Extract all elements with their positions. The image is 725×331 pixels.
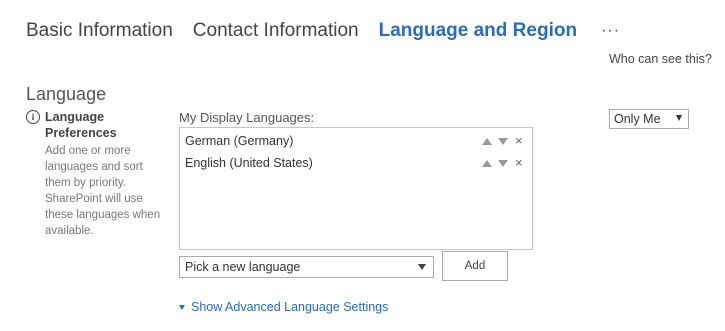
visibility-select[interactable]: Only Me: [609, 109, 689, 129]
advanced-link-label: Show Advanced Language Settings: [191, 300, 389, 314]
chevron-down-icon: [676, 115, 682, 121]
preferences-description: Add one or more languages and sort them …: [45, 145, 161, 237]
arrow-down-icon: [498, 159, 508, 167]
arrow-up-icon: [482, 159, 492, 167]
close-icon: ×: [515, 155, 523, 170]
expand-triangle-icon: [179, 304, 185, 310]
more-icon[interactable]: ···: [601, 22, 620, 40]
section-title: Language: [26, 84, 107, 104]
arrow-up-icon: [482, 137, 492, 145]
show-advanced-settings-link[interactable]: Show Advanced Language Settings: [179, 300, 388, 314]
tab-language-and-region[interactable]: Language and Region: [379, 20, 577, 42]
display-languages-label: My Display Languages:: [179, 110, 315, 125]
move-down-button[interactable]: [498, 152, 508, 174]
remove-language-button[interactable]: ×: [515, 152, 523, 174]
language-row[interactable]: German (Germany) ×: [180, 130, 532, 152]
language-picker-select[interactable]: Pick a new language: [179, 256, 434, 278]
profile-tabs: Basic Information Contact Information La…: [26, 18, 620, 44]
preferences-title: Language Preferences: [45, 110, 117, 140]
info-icon: i: [26, 110, 40, 124]
display-languages-list[interactable]: German (Germany) × English (United State…: [179, 127, 533, 250]
move-up-button[interactable]: [482, 152, 492, 174]
language-name: German (Germany): [185, 134, 294, 148]
chevron-down-icon: [418, 264, 426, 270]
language-name: English (United States): [185, 156, 313, 170]
close-icon: ×: [515, 133, 523, 148]
arrow-down-icon: [498, 137, 508, 145]
move-down-button[interactable]: [498, 130, 508, 152]
language-row[interactable]: English (United States) ×: [180, 152, 532, 174]
who-can-see-label: Who can see this?: [609, 52, 712, 66]
move-up-button[interactable]: [482, 130, 492, 152]
remove-language-button[interactable]: ×: [515, 130, 523, 152]
add-language-button[interactable]: Add: [442, 251, 508, 281]
tab-basic-information[interactable]: Basic Information: [26, 20, 173, 42]
tab-contact-information[interactable]: Contact Information: [193, 20, 359, 42]
visibility-value: Only Me: [614, 112, 661, 126]
language-picker-value: Pick a new language: [185, 260, 301, 274]
